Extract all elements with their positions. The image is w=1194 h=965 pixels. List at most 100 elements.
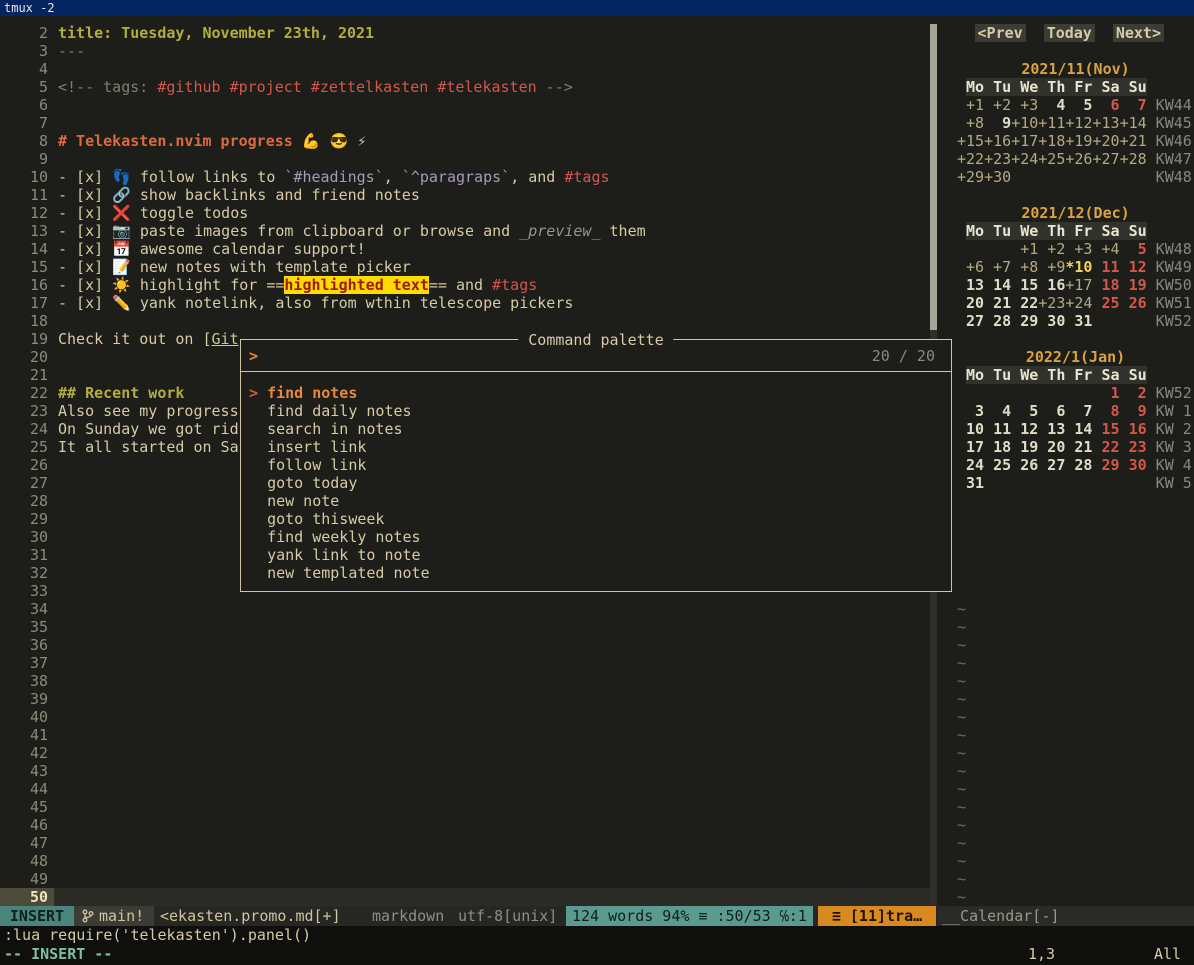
editor-line-9[interactable]: 9 [0,150,930,168]
palette-item[interactable]: yank link to note [241,546,951,564]
calendar-day[interactable]: 19 [1120,276,1147,294]
calendar-day[interactable]: 15 [1092,420,1119,438]
calendar-day[interactable]: +19 [1065,132,1092,150]
calendar-day[interactable]: 26 [1011,456,1038,474]
editor-line-49[interactable]: 49 [0,870,930,888]
calendar-day[interactable]: +1 [1011,240,1038,258]
calendar-day[interactable]: 4 [1038,96,1065,114]
calendar-day[interactable]: +3 [1065,240,1092,258]
editor-line-39[interactable]: 39 [0,690,930,708]
calendar-day[interactable]: +18 [1038,132,1065,150]
calendar-today-button[interactable]: Today [1044,24,1095,42]
calendar-day[interactable]: +25 [1038,150,1065,168]
calendar-day[interactable]: 18 [984,438,1011,456]
editor-line-10[interactable]: 10- [x] 👣 follow links to `#headings`, `… [0,168,930,186]
calendar-day[interactable]: 4 [984,402,1011,420]
calendar-day[interactable]: 28 [1065,456,1092,474]
calendar-day[interactable]: 30 [1038,312,1065,330]
calendar-day[interactable]: 11 [1092,258,1119,276]
calendar-day[interactable]: 29 [1011,312,1038,330]
calendar-day[interactable]: +20 [1092,132,1119,150]
calendar-day[interactable]: 16 [1120,420,1147,438]
editor-line-3[interactable]: 3--- [0,42,930,60]
calendar-day[interactable]: 12 [1120,258,1147,276]
calendar-day[interactable]: 27 [957,312,984,330]
palette-item[interactable]: goto today [241,474,951,492]
calendar-day[interactable]: +8 [957,114,984,132]
editor-line-50[interactable]: 50 [0,888,930,906]
calendar-day[interactable]: 11 [984,420,1011,438]
editor-line-45[interactable]: 45 [0,798,930,816]
editor-line-4[interactable]: 4 [0,60,930,78]
editor-line-6[interactable]: 6 [0,96,930,114]
calendar-day[interactable]: +12 [1065,114,1092,132]
calendar-day[interactable]: +3 [1011,96,1038,114]
calendar-day[interactable]: +15 [957,132,984,150]
editor-line-18[interactable]: 18 [0,312,930,330]
editor-line-35[interactable]: 35 [0,618,930,636]
calendar-day[interactable]: 1 [1092,384,1119,402]
calendar-day[interactable]: 5 [1120,240,1147,258]
editor-line-48[interactable]: 48 [0,852,930,870]
calendar-day[interactable]: +2 [984,96,1011,114]
editor-line-15[interactable]: 15- [x] 📝 new notes with template picker [0,258,930,276]
calendar-day[interactable]: 5 [1011,402,1038,420]
palette-item[interactable]: search in notes [241,420,951,438]
scrollbar-thumb[interactable] [930,24,937,330]
calendar-day[interactable]: 29 [1092,456,1119,474]
calendar-day[interactable]: +6 [957,258,984,276]
palette-prompt-input[interactable]: > 20 / 20 [241,340,951,372]
editor-line-41[interactable]: 41 [0,726,930,744]
calendar-day[interactable]: 2 [1120,384,1147,402]
calendar-day[interactable]: +30 [984,168,1011,186]
calendar-day[interactable]: +14 [1120,114,1147,132]
calendar-day[interactable]: +23 [984,150,1011,168]
editor-line-34[interactable]: 34 [0,600,930,618]
editor-line-47[interactable]: 47 [0,834,930,852]
calendar-day[interactable]: +24 [1011,150,1038,168]
calendar-day[interactable]: +8 [1011,258,1038,276]
calendar-day[interactable]: 17 [957,438,984,456]
calendar-day[interactable]: 25 [984,456,1011,474]
editor-line-7[interactable]: 7 [0,114,930,132]
editor-line-37[interactable]: 37 [0,654,930,672]
calendar-day[interactable]: 31 [957,474,984,492]
calendar-day[interactable]: +9 [1038,258,1065,276]
calendar-day[interactable]: 30 [1120,456,1147,474]
calendar-day[interactable]: 5 [1065,96,1092,114]
editor-line-36[interactable]: 36 [0,636,930,654]
calendar-day[interactable]: *10 [1065,258,1092,276]
calendar-day[interactable]: 20 [1038,438,1065,456]
calendar-day[interactable]: 7 [1120,96,1147,114]
calendar-day[interactable]: 9 [1120,402,1147,420]
calendar-day[interactable]: 6 [1092,96,1119,114]
calendar-day[interactable]: 16 [1038,276,1065,294]
calendar-day[interactable]: 26 [1120,294,1147,312]
calendar-day[interactable]: 21 [1065,438,1092,456]
editor-line-13[interactable]: 13- [x] 📷 paste images from clipboard or… [0,222,930,240]
calendar-day[interactable]: +26 [1065,150,1092,168]
calendar-day[interactable]: +2 [1038,240,1065,258]
calendar-day[interactable]: 22 [1092,438,1119,456]
calendar-day[interactable]: 8 [1092,402,1119,420]
calendar-day[interactable]: 23 [1120,438,1147,456]
calendar-next-button[interactable]: Next> [1113,24,1164,42]
palette-item[interactable]: insert link [241,438,951,456]
calendar-day[interactable]: +13 [1092,114,1119,132]
command-line[interactable]: :lua require('telekasten').panel() [0,926,1194,944]
calendar-day[interactable]: +17 [1011,132,1038,150]
editor-line-5[interactable]: 5<!-- tags: #github #project #zettelkast… [0,78,930,96]
palette-item[interactable]: follow link [241,456,951,474]
calendar-day[interactable]: 10 [957,420,984,438]
editor-line-11[interactable]: 11- [x] 🔗 show backlinks and friend note… [0,186,930,204]
editor-line-17[interactable]: 17- [x] ✏️ yank notelink, also from wthi… [0,294,930,312]
calendar-day[interactable]: 22 [1011,294,1038,312]
calendar-day[interactable]: +23 [1038,294,1065,312]
calendar-day[interactable]: +22 [957,150,984,168]
calendar-day[interactable]: +27 [1092,150,1119,168]
calendar-day[interactable]: 28 [984,312,1011,330]
calendar-day[interactable]: 31 [1065,312,1092,330]
calendar-day[interactable]: +24 [1065,294,1092,312]
calendar-day[interactable]: 15 [1011,276,1038,294]
calendar-day[interactable]: +10 [1011,114,1038,132]
